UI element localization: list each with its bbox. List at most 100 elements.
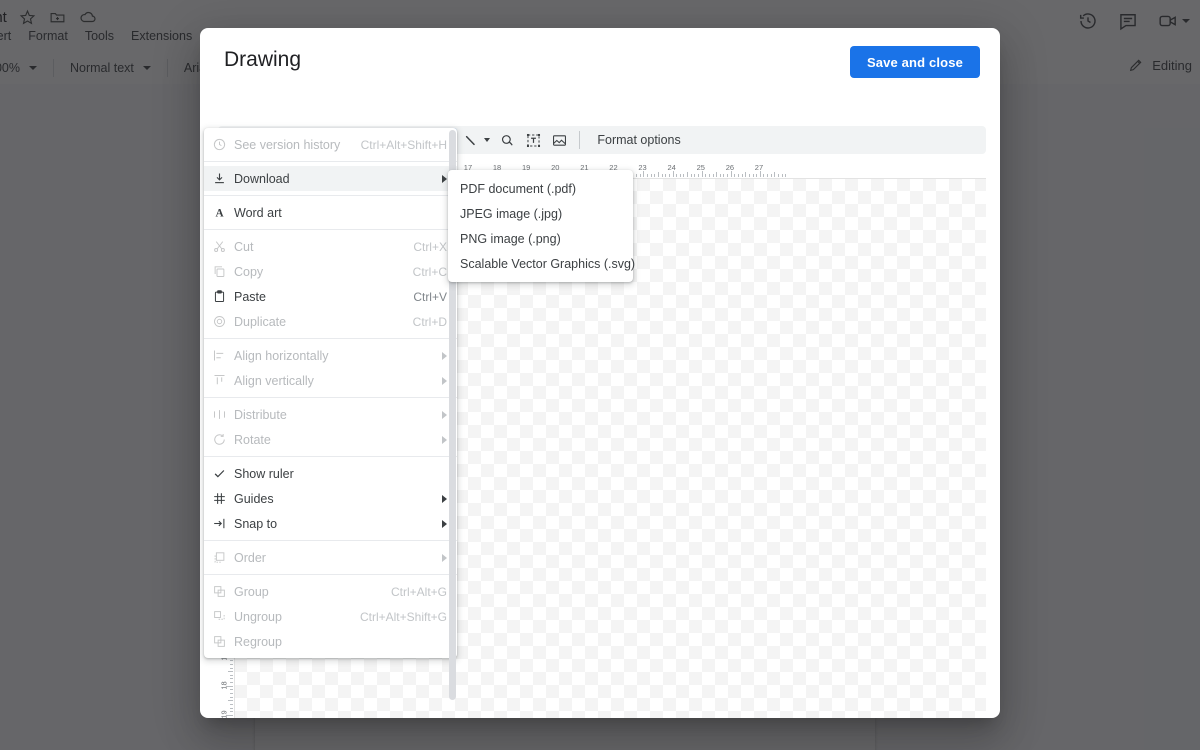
download-option-svg[interactable]: Scalable Vector Graphics (.svg) [448,251,635,276]
ruler-tick [727,174,729,177]
align-vertical-icon [204,373,234,388]
menu-item-word-art[interactable]: A Word art [204,200,457,225]
ruler-tick [230,660,233,662]
menu-item-rotate[interactable]: Rotate [204,427,457,452]
word-art-icon: A [204,205,234,220]
ruler-tick [716,172,718,177]
menu-item-align-horizontally[interactable]: Align horizontally [204,343,457,368]
line-icon[interactable] [457,128,483,152]
ruler-tick [759,171,761,177]
drawing-dialog-title: Drawing [224,48,302,71]
menu-item-label: Duplicate [234,314,287,329]
ruler-label: 19 [219,710,229,718]
ruler-tick [230,667,233,669]
submenu-arrow-icon [442,376,447,385]
menu-item-regroup[interactable]: Regroup [204,629,457,654]
ruler-tick [741,174,743,177]
ruler-tick [676,174,678,177]
ruler-tick [228,671,233,673]
menu-item-download[interactable]: Download [204,166,457,191]
menu-item-label: Rotate [234,432,271,447]
ruler-tick [639,174,641,177]
ruler-tick [672,171,674,177]
ruler-tick [230,663,233,665]
ruler-tick [228,700,233,702]
ruler-tick [785,174,787,177]
menu-divider [204,540,457,541]
menu-item-label: Copy [234,264,264,279]
menu-item-ungroup[interactable]: Ungroup Ctrl+Alt+Shift+G [204,604,457,629]
submenu-arrow-icon [442,553,447,562]
paste-icon [204,289,234,304]
snap-to-icon [204,516,234,531]
text-box-icon[interactable] [520,128,546,152]
menu-divider [204,229,457,230]
shape-icon[interactable] [494,128,520,152]
ruler-tick [657,172,659,177]
menu-item-snap-to[interactable]: Snap to [204,511,457,536]
line-dropdown-caret-icon[interactable] [484,138,491,142]
image-icon[interactable] [546,128,572,152]
ruler-tick [767,174,769,177]
ruler-tick [230,692,233,694]
menu-item-cut[interactable]: Cut Ctrl+X [204,234,457,259]
ruler-tick [694,174,696,177]
download-option-jpg[interactable]: JPEG image (.jpg) [448,201,633,226]
ruler-tick [756,174,758,177]
submenu-arrow-icon [442,174,447,183]
drawing-dialog-header: Drawing Save and close [200,28,1000,96]
ruler-tick [230,711,233,713]
ruler-tick [227,714,233,716]
menu-divider [204,195,457,196]
menu-item-label: Paste [234,289,266,304]
menu-item-label: Regroup [234,634,282,649]
menu-item-label: Guides [234,491,274,506]
menu-item-show-ruler[interactable]: Show ruler [204,461,457,486]
menu-item-guides[interactable]: Guides [204,486,457,511]
ruler-tick [230,703,233,705]
ruler-tick [230,678,233,680]
menu-item-order[interactable]: Order [204,545,457,570]
format-options-button[interactable]: Format options [597,133,680,147]
menu-item-copy[interactable]: Copy Ctrl+C [204,259,457,284]
menu-item-distribute[interactable]: Distribute [204,402,457,427]
ruler-tick [647,174,649,177]
menu-item-see-version-history[interactable]: See version history Ctrl+Alt+Shift+H [204,132,457,157]
menu-item-align-vertically[interactable]: Align vertically [204,368,457,393]
toolbar-divider [579,131,581,149]
menu-item-label: Show ruler [234,466,294,481]
menu-item-shortcut: Ctrl+V [413,289,447,304]
menu-item-label: Ungroup [234,609,282,624]
ruler-tick [661,174,663,177]
menu-divider [204,161,457,162]
distribute-icon [204,407,234,422]
ruler-tick [752,174,754,177]
ruler-tick [643,171,645,177]
ruler-tick [734,174,736,177]
rotate-icon [204,432,234,447]
download-option-pdf[interactable]: PDF document (.pdf) [448,176,633,201]
ungroup-icon [204,609,234,624]
menu-item-duplicate[interactable]: Duplicate Ctrl+D [204,309,457,334]
menu-item-group[interactable]: Group Ctrl+Alt+G [204,579,457,604]
download-option-png[interactable]: PNG image (.png) [448,226,633,251]
menu-item-label: Download [234,171,290,186]
menu-item-paste[interactable]: Paste Ctrl+V [204,284,457,309]
ruler-tick [230,682,233,684]
ruler-tick [665,174,667,177]
duplicate-icon [204,314,234,329]
download-icon [204,171,234,186]
save-and-close-button[interactable]: Save and close [849,46,980,78]
submenu-arrow-icon [442,494,447,503]
ruler-tick [730,171,732,177]
screenshot-root: ent Insert Format Tools Extensions H [0,0,1200,750]
submenu-arrow-icon [442,519,447,528]
ruler-tick [705,174,707,177]
ruler-tick [712,174,714,177]
ruler-tick [683,174,685,177]
ruler-tick [708,174,710,177]
ruler-tick [781,174,783,177]
ruler-tick [777,174,779,177]
ruler-tick [687,172,689,177]
group-icon [204,584,234,599]
